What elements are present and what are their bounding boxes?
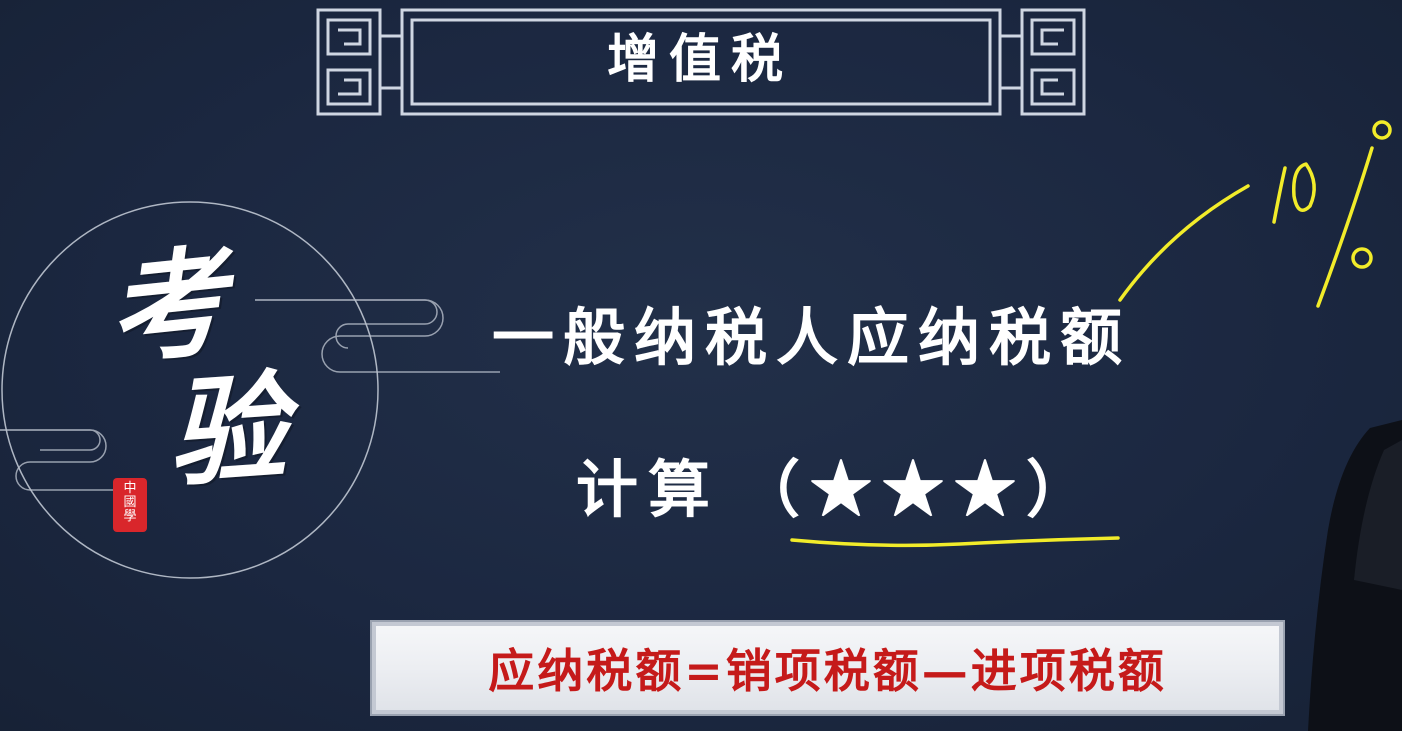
formula-box: 应纳税额=销项税额—进项税额: [370, 620, 1285, 716]
formula-text: 应纳税额=销项税额—进项税额: [488, 644, 1167, 698]
red-seal-stamp: 中 國 學: [113, 478, 147, 532]
subheading-label: 计算: [576, 453, 721, 526]
topic-subheading: 计算 （★★★）: [576, 450, 1098, 530]
emblem-char-yan: 验: [163, 357, 291, 504]
emblem-char-kao: 考: [101, 231, 233, 382]
presenter-silhouette: [1308, 420, 1402, 731]
difficulty-rating: （★★★）: [738, 453, 1099, 526]
topic-heading: 一般纳税人应纳税额: [492, 301, 1132, 374]
banner-title: 增值税: [606, 29, 793, 90]
